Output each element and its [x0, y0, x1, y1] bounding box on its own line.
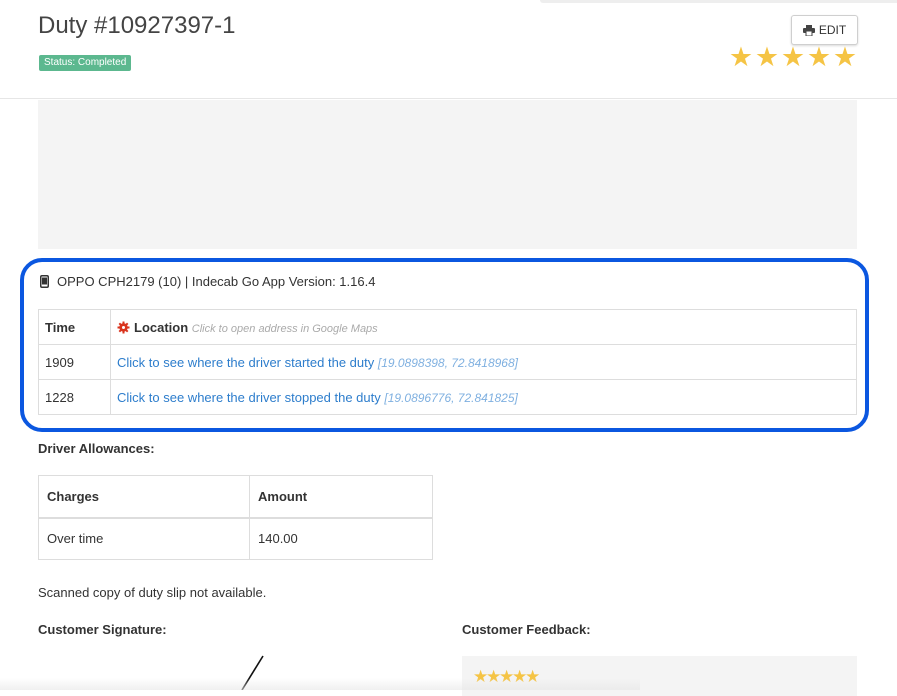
location-header-label: Location — [134, 319, 189, 335]
table-row: 1909 Click to see where the driver start… — [38, 344, 857, 380]
status-badge: Status: Completed — [39, 55, 132, 71]
charge-cell: Over time — [38, 517, 250, 560]
edit-button-label: EDIT — [818, 23, 847, 37]
page-header: Duty #10927397-1 Status: Completed EDIT … — [0, 0, 897, 99]
star-icon: ★ — [780, 42, 806, 72]
signature-heading: Customer Signature: — [38, 622, 167, 637]
start-coordinates: [19.0898398, 72.8418968] — [377, 355, 518, 370]
row-time: 1228 — [38, 379, 111, 415]
phone-icon — [40, 275, 49, 288]
col-location-header: Location Click to open address in Google… — [110, 309, 857, 345]
star-icon: ★ — [728, 42, 754, 72]
star-icon: ★ — [806, 42, 832, 72]
row-location: Click to see where the driver stopped th… — [110, 379, 857, 415]
star-icon: ★ — [754, 42, 780, 72]
col-time-header: Time — [38, 309, 111, 345]
allowances-table: Charges Amount Over time 140.00 — [38, 475, 433, 560]
row-time: 1909 — [38, 344, 111, 380]
location-table: Time Location Click to open address in G… — [38, 309, 857, 415]
device-info: OPPO CPH2179 (10) | Indecab Go App Versi… — [40, 274, 375, 289]
duty-slip-note: Scanned copy of duty slip not available. — [38, 585, 267, 600]
stop-location-link[interactable]: Click to see where the driver stopped th… — [117, 390, 381, 405]
allowances-heading: Driver Allowances: — [38, 441, 155, 456]
bottom-fade — [0, 678, 640, 690]
print-icon — [802, 24, 815, 36]
table-row: Over time 140.00 — [38, 517, 433, 560]
page-title: Duty #10927397-1 — [38, 12, 236, 39]
edit-button[interactable]: EDIT — [791, 15, 858, 45]
duty-rating: ★ ★ ★ ★ ★ — [728, 42, 858, 72]
col-amount-header: Amount — [249, 475, 433, 519]
feedback-heading: Customer Feedback: — [462, 622, 591, 637]
col-charges-header: Charges — [38, 475, 250, 519]
stop-coordinates: [19.0896776, 72.841825] — [384, 390, 518, 405]
star-icon: ★ — [832, 42, 858, 72]
row-location: Click to see where the driver started th… — [110, 344, 857, 380]
location-table-header: Time Location Click to open address in G… — [38, 309, 857, 345]
start-location-link[interactable]: Click to see where the driver started th… — [117, 355, 374, 370]
table-row: 1228 Click to see where the driver stopp… — [38, 379, 857, 415]
device-info-text: OPPO CPH2179 (10) | Indecab Go App Versi… — [57, 274, 376, 289]
allowances-table-header: Charges Amount — [38, 475, 433, 519]
gear-icon — [117, 321, 130, 333]
amount-cell: 140.00 — [249, 517, 433, 560]
map-area[interactable] — [38, 100, 857, 249]
location-hint: Click to open address in Google Maps — [191, 322, 378, 335]
